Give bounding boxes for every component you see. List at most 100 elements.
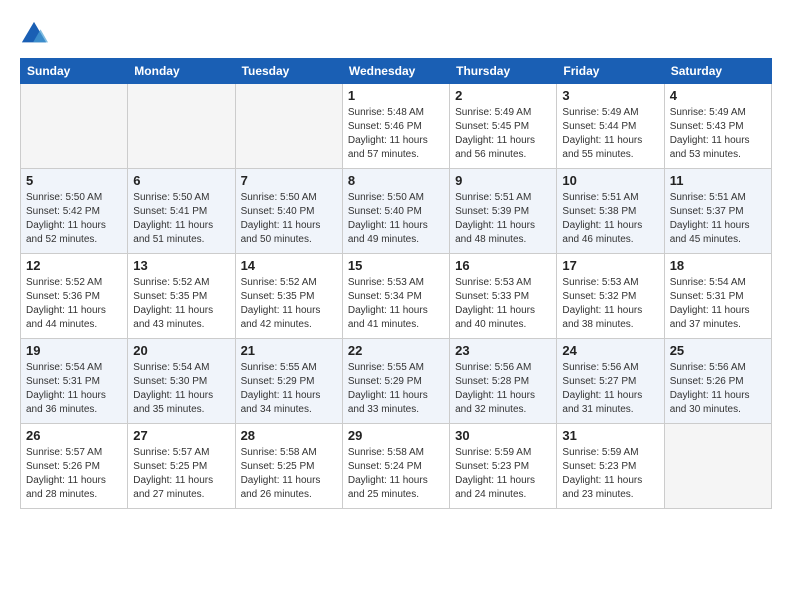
weekday-header-wednesday: Wednesday [342, 59, 449, 84]
day-info: Sunrise: 5:52 AMSunset: 5:36 PMDaylight:… [26, 276, 122, 332]
day-number: 26 [26, 428, 122, 443]
day-info: Sunrise: 5:50 AMSunset: 5:40 PMDaylight:… [348, 191, 444, 247]
day-info: Sunrise: 5:56 AMSunset: 5:27 PMDaylight:… [562, 361, 658, 417]
day-number: 25 [670, 343, 766, 358]
day-number: 23 [455, 343, 551, 358]
day-info: Sunrise: 5:58 AMSunset: 5:25 PMDaylight:… [241, 446, 337, 502]
day-info: Sunrise: 5:51 AMSunset: 5:38 PMDaylight:… [562, 191, 658, 247]
calendar-cell: 9 Sunrise: 5:51 AMSunset: 5:39 PMDaylight… [450, 169, 557, 254]
calendar-cell: 15 Sunrise: 5:53 AMSunset: 5:34 PMDayligh… [342, 254, 449, 339]
day-number: 20 [133, 343, 229, 358]
logo-icon [20, 20, 48, 48]
weekday-header-thursday: Thursday [450, 59, 557, 84]
calendar-cell: 25 Sunrise: 5:56 AMSunset: 5:26 PMDayligh… [664, 339, 771, 424]
day-info: Sunrise: 5:53 AMSunset: 5:32 PMDaylight:… [562, 276, 658, 332]
day-info: Sunrise: 5:56 AMSunset: 5:26 PMDaylight:… [670, 361, 766, 417]
calendar-cell: 29 Sunrise: 5:58 AMSunset: 5:24 PMDayligh… [342, 424, 449, 509]
weekday-header-saturday: Saturday [664, 59, 771, 84]
calendar-cell: 4 Sunrise: 5:49 AMSunset: 5:43 PMDaylight… [664, 84, 771, 169]
day-number: 19 [26, 343, 122, 358]
day-info: Sunrise: 5:49 AMSunset: 5:43 PMDaylight:… [670, 106, 766, 162]
calendar-cell [235, 84, 342, 169]
calendar-cell: 27 Sunrise: 5:57 AMSunset: 5:25 PMDayligh… [128, 424, 235, 509]
day-number: 1 [348, 88, 444, 103]
calendar-cell: 19 Sunrise: 5:54 AMSunset: 5:31 PMDayligh… [21, 339, 128, 424]
day-number: 7 [241, 173, 337, 188]
calendar-cell: 22Sunrise: 5:55 AMSunset: 5:29 PMDayligh… [342, 339, 449, 424]
weekday-header-sunday: Sunday [21, 59, 128, 84]
calendar-cell: 30 Sunrise: 5:59 AMSunset: 5:23 PMDayligh… [450, 424, 557, 509]
calendar-cell: 6Sunrise: 5:50 AMSunset: 5:41 PMDaylight… [128, 169, 235, 254]
weekday-header-tuesday: Tuesday [235, 59, 342, 84]
day-info: Sunrise: 5:49 AMSunset: 5:45 PMDaylight:… [455, 106, 551, 162]
day-number: 21 [241, 343, 337, 358]
logo [20, 20, 50, 48]
calendar-cell: 5 Sunrise: 5:50 AMSunset: 5:42 PMDaylight… [21, 169, 128, 254]
calendar-cell: 7 Sunrise: 5:50 AMSunset: 5:40 PMDaylight… [235, 169, 342, 254]
day-info: Sunrise: 5:56 AMSunset: 5:28 PMDaylight:… [455, 361, 551, 417]
day-number: 2 [455, 88, 551, 103]
calendar-cell: 21Sunrise: 5:55 AMSunset: 5:29 PMDayligh… [235, 339, 342, 424]
calendar-cell [21, 84, 128, 169]
weekday-header-monday: Monday [128, 59, 235, 84]
calendar-week-row: 1 Sunrise: 5:48 AMSunset: 5:46 PMDaylight… [21, 84, 772, 169]
day-number: 27 [133, 428, 229, 443]
day-info: Sunrise: 5:52 AMSunset: 5:35 PMDaylight:… [241, 276, 337, 332]
day-info: Sunrise: 5:59 AMSunset: 5:23 PMDaylight:… [455, 446, 551, 502]
calendar-cell: 26 Sunrise: 5:57 AMSunset: 5:26 PMDayligh… [21, 424, 128, 509]
day-info: Sunrise: 5:53 AMSunset: 5:33 PMDaylight:… [455, 276, 551, 332]
day-number: 15 [348, 258, 444, 273]
weekday-header-row: SundayMondayTuesdayWednesdayThursdayFrid… [21, 59, 772, 84]
day-info: Sunrise: 5:50 AMSunset: 5:42 PMDaylight:… [26, 191, 122, 247]
day-info: Sunrise: 5:48 AMSunset: 5:46 PMDaylight:… [348, 106, 444, 162]
calendar-cell: 23 Sunrise: 5:56 AMSunset: 5:28 PMDayligh… [450, 339, 557, 424]
calendar-cell: 24Sunrise: 5:56 AMSunset: 5:27 PMDayligh… [557, 339, 664, 424]
day-number: 9 [455, 173, 551, 188]
calendar-week-row: 19 Sunrise: 5:54 AMSunset: 5:31 PMDayligh… [21, 339, 772, 424]
calendar-cell: 31Sunrise: 5:59 AMSunset: 5:23 PMDayligh… [557, 424, 664, 509]
calendar-cell: 14 Sunrise: 5:52 AMSunset: 5:35 PMDayligh… [235, 254, 342, 339]
day-number: 12 [26, 258, 122, 273]
calendar-table: SundayMondayTuesdayWednesdayThursdayFrid… [20, 58, 772, 509]
day-info: Sunrise: 5:57 AMSunset: 5:25 PMDaylight:… [133, 446, 229, 502]
page: SundayMondayTuesdayWednesdayThursdayFrid… [0, 0, 792, 519]
calendar-cell: 28Sunrise: 5:58 AMSunset: 5:25 PMDayligh… [235, 424, 342, 509]
day-info: Sunrise: 5:54 AMSunset: 5:31 PMDaylight:… [26, 361, 122, 417]
day-number: 11 [670, 173, 766, 188]
calendar-cell: 18Sunrise: 5:54 AMSunset: 5:31 PMDayligh… [664, 254, 771, 339]
day-number: 18 [670, 258, 766, 273]
day-number: 4 [670, 88, 766, 103]
calendar-cell: 12 Sunrise: 5:52 AMSunset: 5:36 PMDayligh… [21, 254, 128, 339]
day-number: 5 [26, 173, 122, 188]
day-info: Sunrise: 5:57 AMSunset: 5:26 PMDaylight:… [26, 446, 122, 502]
day-info: Sunrise: 5:52 AMSunset: 5:35 PMDaylight:… [133, 276, 229, 332]
day-number: 30 [455, 428, 551, 443]
calendar-cell [128, 84, 235, 169]
calendar-cell [664, 424, 771, 509]
day-info: Sunrise: 5:55 AMSunset: 5:29 PMDaylight:… [348, 361, 444, 417]
day-number: 31 [562, 428, 658, 443]
day-number: 8 [348, 173, 444, 188]
calendar-week-row: 26 Sunrise: 5:57 AMSunset: 5:26 PMDayligh… [21, 424, 772, 509]
day-number: 14 [241, 258, 337, 273]
calendar-cell: 17 Sunrise: 5:53 AMSunset: 5:32 PMDayligh… [557, 254, 664, 339]
calendar-cell: 13 Sunrise: 5:52 AMSunset: 5:35 PMDayligh… [128, 254, 235, 339]
header [20, 20, 772, 48]
calendar-cell: 8 Sunrise: 5:50 AMSunset: 5:40 PMDaylight… [342, 169, 449, 254]
calendar-cell: 1 Sunrise: 5:48 AMSunset: 5:46 PMDaylight… [342, 84, 449, 169]
day-number: 29 [348, 428, 444, 443]
day-number: 17 [562, 258, 658, 273]
calendar-cell: 16 Sunrise: 5:53 AMSunset: 5:33 PMDayligh… [450, 254, 557, 339]
day-info: Sunrise: 5:51 AMSunset: 5:39 PMDaylight:… [455, 191, 551, 247]
day-number: 16 [455, 258, 551, 273]
day-number: 3 [562, 88, 658, 103]
day-info: Sunrise: 5:50 AMSunset: 5:40 PMDaylight:… [241, 191, 337, 247]
day-info: Sunrise: 5:53 AMSunset: 5:34 PMDaylight:… [348, 276, 444, 332]
calendar-cell: 2 Sunrise: 5:49 AMSunset: 5:45 PMDaylight… [450, 84, 557, 169]
day-info: Sunrise: 5:50 AMSunset: 5:41 PMDaylight:… [133, 191, 229, 247]
day-info: Sunrise: 5:49 AMSunset: 5:44 PMDaylight:… [562, 106, 658, 162]
day-info: Sunrise: 5:58 AMSunset: 5:24 PMDaylight:… [348, 446, 444, 502]
calendar-week-row: 12 Sunrise: 5:52 AMSunset: 5:36 PMDayligh… [21, 254, 772, 339]
day-info: Sunrise: 5:51 AMSunset: 5:37 PMDaylight:… [670, 191, 766, 247]
day-number: 13 [133, 258, 229, 273]
